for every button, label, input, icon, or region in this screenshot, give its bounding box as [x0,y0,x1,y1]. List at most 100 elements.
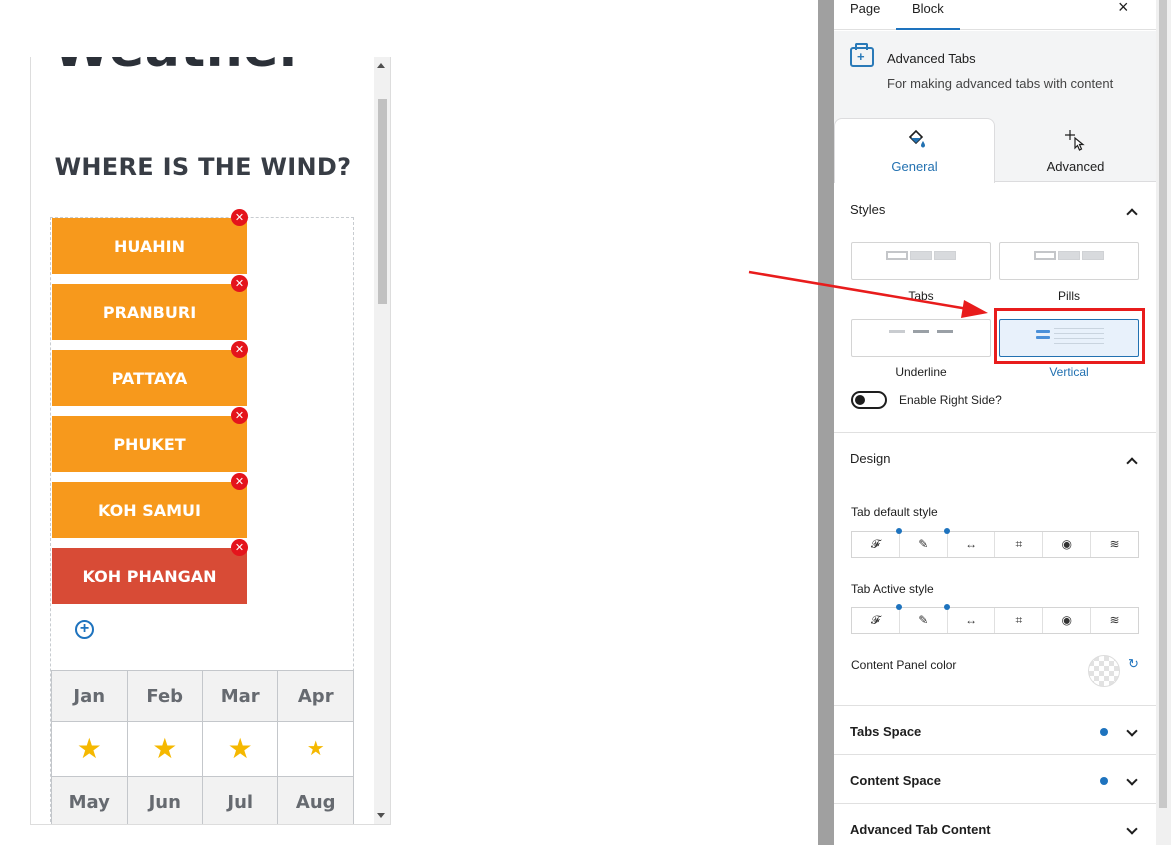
tab-pattaya[interactable]: PATTAYA ✕ [52,341,248,406]
color-picker-swatch[interactable] [1088,655,1120,687]
radius-icon[interactable]: ◉ [1043,608,1092,633]
modified-indicator [1100,728,1108,736]
rating-cell: ★ [277,721,354,777]
typography-glyph: 𝓕 [870,613,880,627]
month-cell: Mar [201,670,279,722]
border-glyph: ⌗ [1015,537,1023,551]
tab-label: PHUKET [113,434,186,454]
sidebar-scrollbar[interactable] [1156,0,1171,845]
radius-glyph: ◉ [1061,613,1072,627]
star-icon: ★ [306,736,325,760]
remove-tab-icon[interactable]: ✕ [231,209,248,226]
enable-right-side-toggle[interactable] [851,391,887,409]
shadow-glyph: ≋ [1109,537,1120,551]
border-glyph: ⌗ [1015,613,1023,627]
tab-active-style-controls: 𝓕 ✎ ↔ ⌗ ◉ ≋ [851,604,1139,634]
month-cell: Feb [126,670,203,722]
rating-cell: ★ [51,721,128,777]
tab-page[interactable]: Page [834,0,896,30]
panel-divider [818,0,834,845]
tabs-plus-icon: + [850,43,874,67]
tab-phuket[interactable]: PHUKET ✕ [52,407,248,472]
remove-tab-icon[interactable]: ✕ [231,341,248,358]
paint-bucket-icon [908,129,925,148]
divider [834,705,1156,706]
brush-icon[interactable]: ✎ [900,528,950,557]
content-panel-color-label: Content Panel color [851,658,957,672]
modified-indicator [1100,777,1108,785]
advanced-tab-content-title: Advanced Tab Content [850,822,991,837]
style-option-tabs[interactable] [851,242,991,280]
remove-tab-icon[interactable]: ✕ [231,539,248,556]
sidebar-top-tabs: Page Block × [834,0,1156,30]
typography-icon[interactable]: 𝓕 [852,604,902,633]
month-cell: Apr [277,670,354,722]
scrollbar-thumb[interactable] [378,99,387,304]
scroll-up-icon[interactable] [377,63,385,68]
month-cell: Jan [51,670,128,722]
preview-scrollbar[interactable] [374,57,390,824]
width-icon[interactable]: ↔ [948,532,996,557]
advanced-tabs-block[interactable]: HUAHIN ✕ PRANBURI ✕ PATTAYA ✕ PHUKET ✕ K… [50,209,354,824]
style-option-pills[interactable] [999,242,1139,280]
tab-koh-samui[interactable]: KOH SAMUI ✕ [52,473,248,538]
tab-block[interactable]: Block [896,0,960,30]
chevron-down-icon [1126,774,1138,786]
border-icon[interactable]: ⌗ [995,532,1044,557]
remove-tab-icon[interactable]: ✕ [231,275,248,292]
chevron-up-icon [1126,208,1138,220]
remove-tab-icon[interactable]: ✕ [231,473,248,490]
tabs-space-title: Tabs Space [850,724,922,739]
shadow-icon[interactable]: ≋ [1091,532,1138,557]
block-card: + Advanced Tabs For making advanced tabs… [834,31,1156,118]
width-glyph: ↔ [965,613,978,627]
tabs-style-icon [852,251,990,260]
panel-tabs: General Advanced [834,118,1156,183]
tab-koh-phangan[interactable]: KOH PHANGAN ✕ [52,539,248,604]
content-space-section-header[interactable]: Content Space [834,773,1156,797]
reset-icon[interactable]: ↻ [1128,656,1139,672]
typography-glyph: 𝓕 [870,537,880,551]
tab-default-style-controls: 𝓕 ✎ ↔ ⌗ ◉ ≋ [851,528,1139,558]
width-glyph: ↔ [965,537,978,551]
tab-label: PRANBURI [102,302,197,322]
advanced-tab-content-section-header[interactable]: Advanced Tab Content [834,822,1156,846]
block-title: Advanced Tabs [887,51,976,66]
star-icon: ★ [76,732,102,765]
star-icon: ★ [227,732,253,765]
move-pointer-icon [1065,130,1085,151]
tab-huahin[interactable]: HUAHIN ✕ [52,209,248,274]
close-icon[interactable]: × [1118,0,1129,17]
brush-glyph: ✎ [918,537,929,551]
month-cell: Jul [201,776,279,824]
tab-advanced[interactable]: Advanced [995,118,1156,182]
shadow-icon[interactable]: ≋ [1091,608,1138,633]
styles-section-header[interactable]: Styles [834,202,1156,226]
style-label-tabs: Tabs [908,289,934,303]
brush-icon[interactable]: ✎ [900,604,950,633]
enable-right-side-label: Enable Right Side? [899,393,1002,407]
style-option-underline[interactable] [851,319,991,357]
divider [834,803,1156,804]
vertical-style-lines [1054,328,1104,348]
style-option-vertical[interactable] [999,319,1139,357]
months-table: Jan Feb Mar Apr ★ ★ ★ ★ May Jun Jul Aug [51,670,354,824]
divider [834,432,1156,433]
tabs-space-section-header[interactable]: Tabs Space [834,724,1156,748]
star-icon: ★ [152,732,178,765]
scroll-down-icon[interactable] [377,813,385,818]
rating-cell: ★ [126,721,203,777]
remove-tab-icon[interactable]: ✕ [231,407,248,424]
radius-icon[interactable]: ◉ [1043,532,1092,557]
width-icon[interactable]: ↔ [948,608,996,633]
tab-general[interactable]: General [834,118,995,183]
tab-label: KOH PHANGAN [82,566,217,586]
border-icon[interactable]: ⌗ [995,608,1044,633]
pills-style-icon [1000,251,1138,260]
design-section-header[interactable]: Design [834,451,1156,475]
scrollbar-thumb[interactable] [1159,0,1167,808]
tab-pranburi[interactable]: PRANBURI ✕ [52,275,248,340]
brush-glyph: ✎ [918,613,929,627]
add-tab-icon[interactable]: + [75,620,94,639]
typography-icon[interactable]: 𝓕 [852,528,902,557]
